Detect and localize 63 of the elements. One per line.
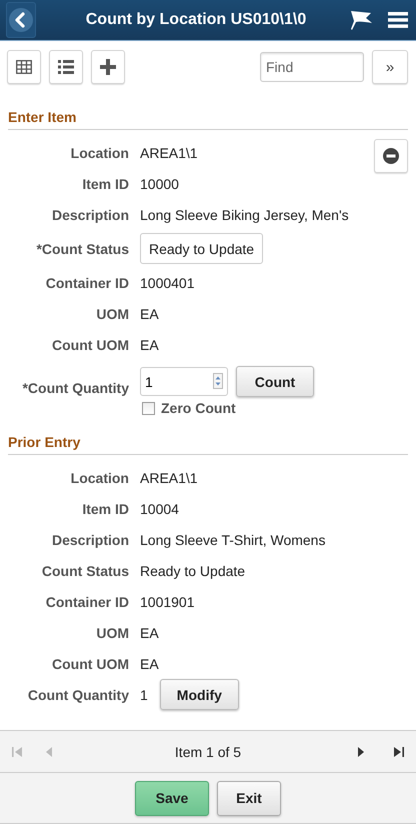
- section-heading: Prior Entry: [8, 434, 408, 455]
- status-button[interactable]: Ready to Update: [140, 233, 264, 264]
- field-value: AREA1\1: [140, 144, 198, 160]
- minus-circle-icon: [383, 148, 399, 164]
- field-value: 1: [140, 686, 148, 702]
- field-value: AREA1\1: [140, 470, 198, 486]
- field-label: Description: [50, 206, 129, 222]
- spinner-arrows-icon: [213, 373, 223, 389]
- back-button[interactable]: [6, 2, 36, 38]
- field-value: 10004: [140, 500, 179, 516]
- field-label: *Count Status: [35, 240, 129, 256]
- field-label: Count Quantity: [26, 686, 129, 702]
- flag-button[interactable]: [348, 8, 374, 32]
- field-value: EA: [140, 624, 159, 640]
- field-label: Item ID: [81, 500, 129, 516]
- grid-icon: [16, 60, 32, 74]
- menu-icon: [388, 11, 408, 29]
- add-button[interactable]: [91, 50, 125, 84]
- field-label: Description: [50, 532, 129, 548]
- field-value: EA: [140, 656, 159, 672]
- last-arrow-icon: [394, 746, 404, 758]
- field-label: Item ID: [81, 176, 129, 192]
- remove-button[interactable]: [374, 139, 408, 173]
- field-label: Container ID: [44, 274, 129, 290]
- field-label: Location: [70, 470, 129, 486]
- field-value: 1000401: [140, 274, 195, 290]
- field-label: Count UOM: [51, 336, 129, 352]
- zero-count-checkbox[interactable]: [142, 402, 155, 414]
- checkbox-label: Zero Count: [161, 400, 236, 416]
- quantity-field[interactable]: 1: [140, 367, 228, 396]
- plus-icon: [100, 59, 116, 75]
- find-field[interactable]: Find: [260, 52, 364, 82]
- count-button[interactable]: Count: [236, 366, 314, 397]
- field-value: 10000: [140, 176, 179, 192]
- field-value: EA: [140, 306, 159, 322]
- field-label: Location: [70, 144, 129, 160]
- back-icon: [9, 8, 33, 32]
- exit-button[interactable]: Exit: [217, 780, 281, 816]
- field-value: Long Sleeve Biking Jersey, Men's: [140, 206, 349, 222]
- list-icon: [58, 60, 74, 74]
- field-label: Count UOM: [51, 656, 129, 672]
- first-arrow-icon: [12, 746, 22, 758]
- field-label: UOM: [95, 624, 129, 640]
- field-label: Container ID: [44, 594, 129, 610]
- section-heading: Enter Item: [8, 109, 408, 130]
- more-button[interactable]: »: [372, 50, 408, 84]
- modify-button[interactable]: Modify: [160, 679, 239, 710]
- field-value: Ready to Update: [140, 562, 246, 578]
- grid-view-button[interactable]: [7, 50, 41, 84]
- prev-arrow-icon: [44, 746, 54, 758]
- next-arrow-icon: [356, 746, 366, 758]
- page-title: Count by Location US010\1\0: [84, 11, 308, 29]
- menu-button[interactable]: [388, 11, 408, 29]
- field-value: 1001901: [140, 594, 195, 610]
- field-label: UOM: [95, 306, 129, 322]
- field-label: *Count Quantity: [21, 380, 129, 396]
- flag-icon: [348, 8, 374, 32]
- field-value: Long Sleeve T-Shirt, Womens: [140, 532, 326, 548]
- field-value: EA: [140, 336, 159, 352]
- page-status: Item 1 of 5: [174, 744, 242, 760]
- field-label: Count Status: [40, 562, 129, 578]
- save-button[interactable]: Save: [135, 780, 209, 816]
- list-view-button[interactable]: [49, 50, 83, 84]
